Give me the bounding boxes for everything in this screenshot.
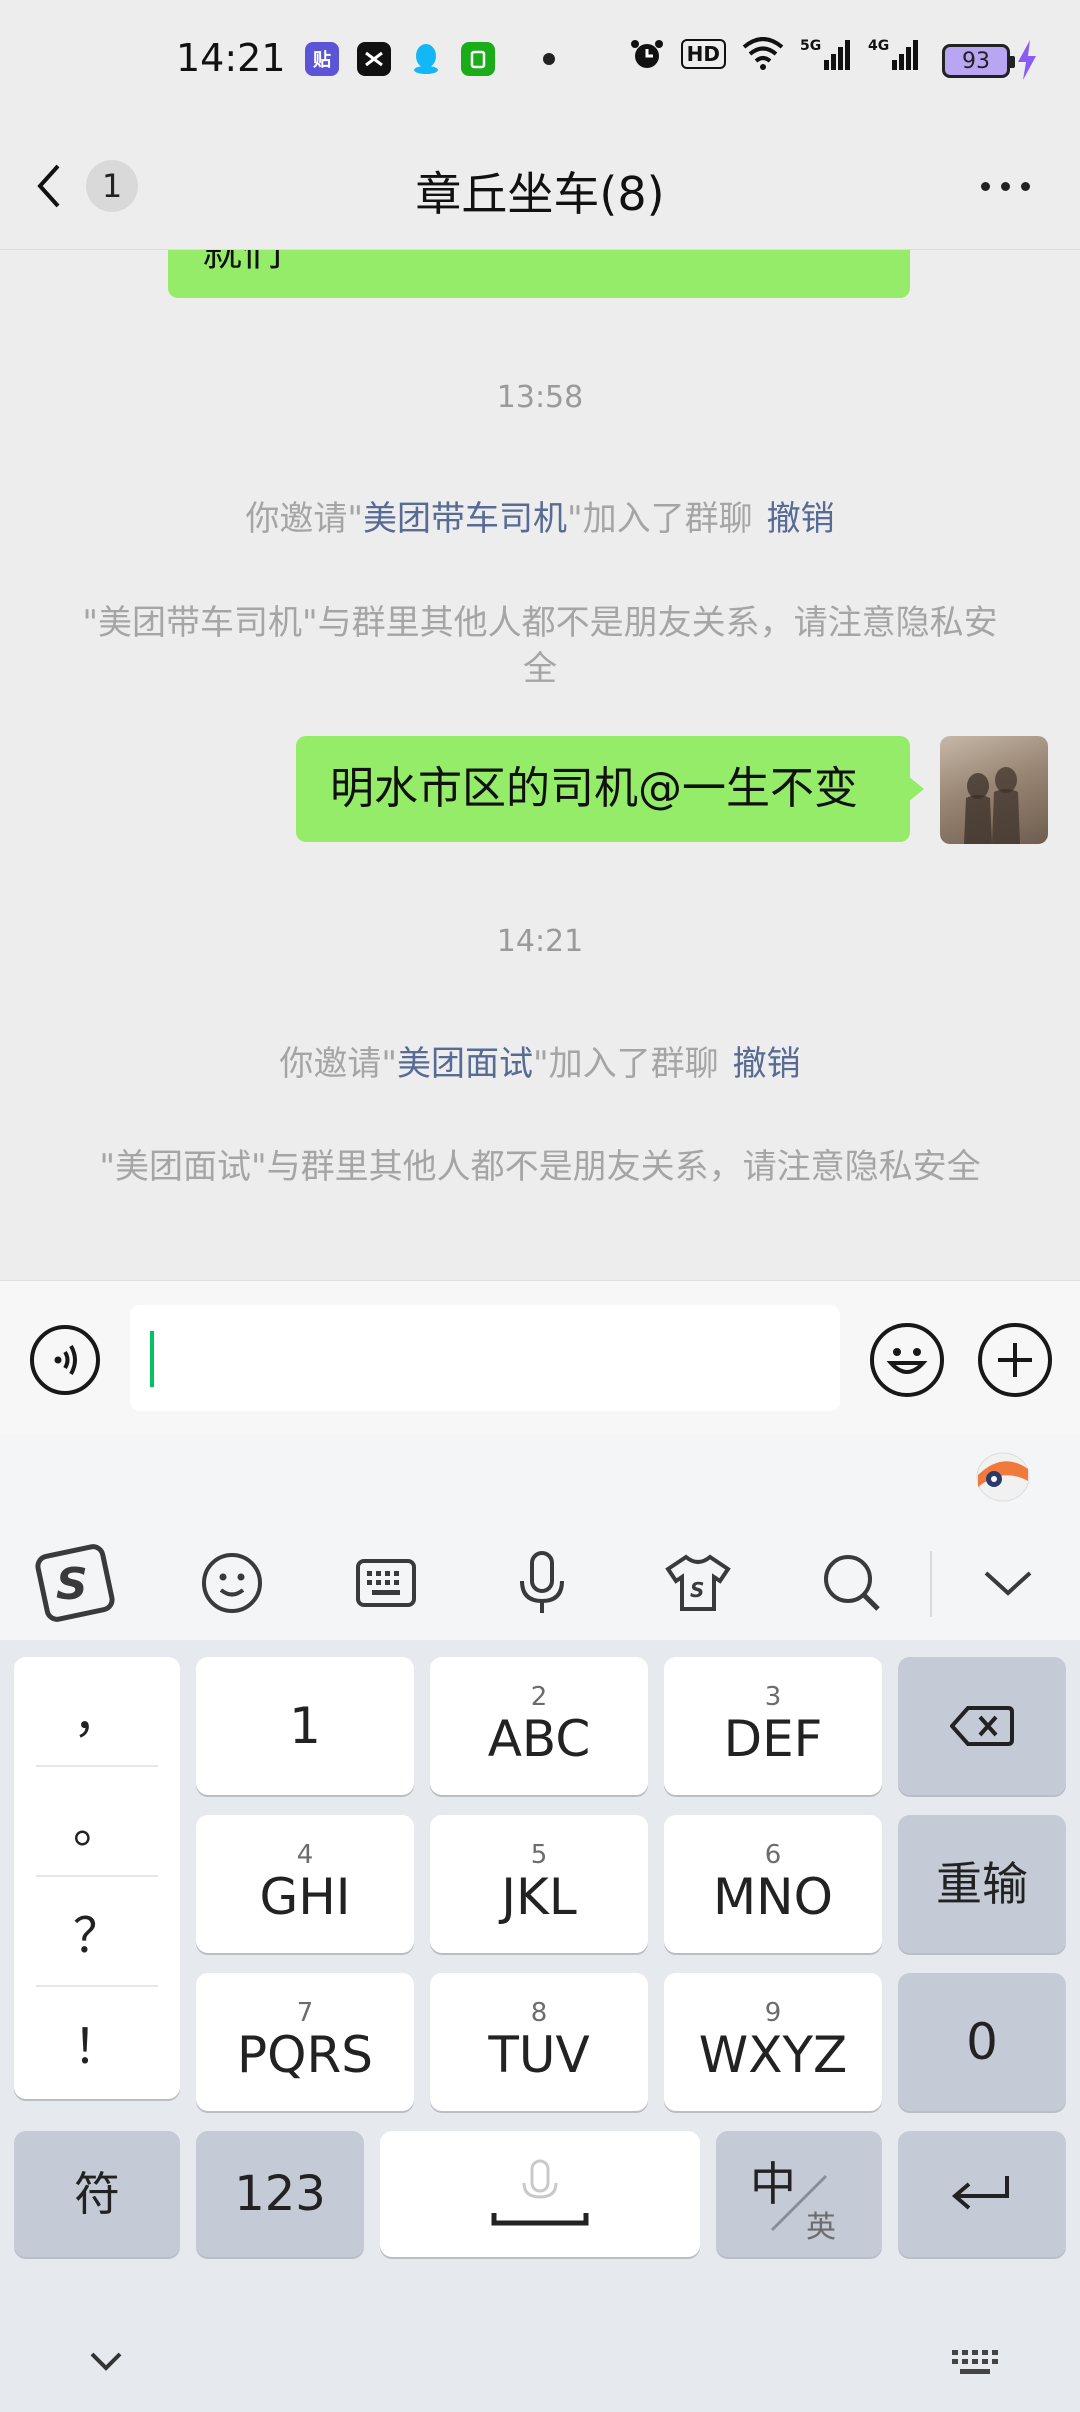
battery-indicator: 93 bbox=[942, 44, 1015, 78]
key-tuv[interactable]: 8 TUV bbox=[430, 1973, 648, 2111]
message-list[interactable]: 就们 13:58 你邀请"美团带车司机"加入了群聊 撤销 "美团带车司机"与群里其… bbox=[0, 250, 1080, 1280]
battery-level: 93 bbox=[962, 48, 990, 74]
soft-keyboard: S S ， 。 ？ ！ 1 2 ABC 3 DEF 4 GHI 5 JKL 6 … bbox=[0, 1435, 1080, 2412]
punctuation-column[interactable]: ， 。 ？ ！ bbox=[14, 1657, 180, 2099]
qq-icon bbox=[409, 42, 443, 76]
key-wxyz[interactable]: 9 WXYZ bbox=[664, 1973, 882, 2111]
svg-text:5G: 5G bbox=[800, 38, 821, 54]
retype-key[interactable]: 重输 bbox=[898, 1815, 1066, 1953]
sogou-logo-icon[interactable]: S bbox=[28, 1535, 124, 1631]
punct-period-key[interactable]: 。 bbox=[36, 1767, 158, 1877]
tieba-icon: 贴 bbox=[305, 42, 339, 76]
status-time: 14:21 bbox=[176, 36, 286, 80]
space-mic-icon bbox=[491, 2159, 589, 2226]
more-dot-icon bbox=[981, 182, 990, 191]
backspace-key[interactable] bbox=[898, 1657, 1066, 1795]
keyboard-toolbar: S S bbox=[0, 1535, 1080, 1631]
key-def[interactable]: 3 DEF bbox=[664, 1657, 882, 1795]
4g-signal-icon: 4G bbox=[868, 36, 920, 72]
capcut-icon bbox=[357, 42, 391, 76]
chat-header: 1 章丘坐车(8) bbox=[0, 124, 1080, 250]
key-0[interactable]: 0 bbox=[898, 1973, 1066, 2111]
my-message-bubble[interactable]: 明水市区的司机@一生不变 bbox=[296, 736, 924, 842]
smiley-icon bbox=[886, 1348, 928, 1374]
svg-text:4G: 4G bbox=[868, 38, 889, 54]
my-avatar[interactable] bbox=[940, 736, 1048, 844]
symbols-key[interactable]: 符 bbox=[14, 2131, 180, 2257]
timestamp: 14:21 bbox=[496, 924, 584, 959]
chat-input-bar bbox=[0, 1280, 1080, 1435]
invited-user-link[interactable]: 美团带车司机 bbox=[363, 499, 567, 539]
enter-key[interactable] bbox=[898, 2131, 1066, 2257]
lang-sub-label: 英 bbox=[806, 2210, 836, 2245]
voice-input-button[interactable] bbox=[30, 1325, 100, 1395]
key-pqrs[interactable]: 7 PQRS bbox=[196, 1973, 414, 2111]
backspace-icon bbox=[950, 1706, 1014, 1746]
key-jkl[interactable]: 5 JKL bbox=[430, 1815, 648, 1953]
microphone-icon[interactable] bbox=[494, 1535, 590, 1631]
toolbar-divider bbox=[930, 1551, 932, 1617]
emoji-button[interactable] bbox=[870, 1323, 944, 1397]
hd-icon: HD bbox=[680, 39, 726, 69]
system-message-invite: 你邀请"美团带车司机"加入了群聊 撤销 bbox=[245, 499, 835, 539]
invited-user-link[interactable]: 美团面试 bbox=[397, 1044, 533, 1084]
collapse-icon[interactable] bbox=[960, 1535, 1056, 1631]
notification-icons: 贴 bbox=[305, 42, 555, 76]
punct-exclamation-key[interactable]: ！ bbox=[36, 1987, 158, 2097]
numbers-key[interactable]: 123 bbox=[196, 2131, 364, 2257]
search-icon[interactable] bbox=[804, 1535, 900, 1631]
chat-title: 章丘坐车(8) bbox=[415, 167, 665, 221]
message-input[interactable] bbox=[130, 1305, 840, 1411]
system-message-warning: "美团带车司机"与群里其他人都不是朋友关系，请注意隐私安全 bbox=[82, 603, 998, 689]
text-caret bbox=[150, 1331, 154, 1387]
more-notifications-dot bbox=[543, 53, 555, 65]
system-icons: HD 5G 4G bbox=[629, 36, 920, 72]
timestamp: 13:58 bbox=[496, 380, 584, 415]
punct-question-key[interactable]: ？ bbox=[36, 1877, 158, 1987]
status-bar: 14:21 贴 HD 5G 4G 93 bbox=[0, 0, 1080, 124]
key-mno[interactable]: 6 MNO bbox=[664, 1815, 882, 1953]
plus-icon bbox=[998, 1343, 1032, 1377]
space-key[interactable] bbox=[380, 2131, 700, 2257]
language-switch-key[interactable]: 中 英 bbox=[716, 2131, 882, 2257]
key-1[interactable]: 1 bbox=[196, 1657, 414, 1795]
skin-icon[interactable]: S bbox=[650, 1535, 746, 1631]
emoji-icon[interactable] bbox=[184, 1535, 280, 1631]
alarm-icon bbox=[629, 36, 665, 72]
ime-mascot-icon[interactable] bbox=[974, 1447, 1032, 1503]
5g-signal-icon: 5G bbox=[800, 36, 852, 72]
voice-wave-icon bbox=[54, 1345, 77, 1375]
svg-text:S: S bbox=[56, 1559, 88, 1610]
keyboard-icon[interactable] bbox=[338, 1535, 434, 1631]
wechat-mini-icon bbox=[461, 42, 495, 76]
more-functions-button[interactable] bbox=[978, 1323, 1052, 1397]
keyboard-bottom-bar bbox=[0, 2320, 1080, 2412]
hide-keyboard-icon[interactable] bbox=[88, 2350, 124, 2374]
key-ghi[interactable]: 4 GHI bbox=[196, 1815, 414, 1953]
revoke-link[interactable]: 撤销 bbox=[767, 499, 835, 539]
charging-icon bbox=[1018, 40, 1036, 80]
key-abc[interactable]: 2 ABC bbox=[430, 1657, 648, 1795]
enter-icon bbox=[951, 2176, 1009, 2210]
system-message-invite: 你邀请"美团面试"加入了群聊 撤销 bbox=[279, 1044, 801, 1084]
keyboard-toolbar-area: S S bbox=[0, 1435, 1080, 1640]
keyboard-switch-icon[interactable] bbox=[950, 2348, 1002, 2378]
svg-text:S: S bbox=[690, 1578, 704, 1602]
punct-comma-key[interactable]: ， bbox=[36, 1657, 158, 1767]
revoke-link[interactable]: 撤销 bbox=[733, 1044, 801, 1084]
system-message-warning: "美团面试"与群里其他人都不是朋友关系，请注意隐私安全 bbox=[99, 1147, 981, 1187]
message-bubble-partial[interactable]: 就们 bbox=[168, 250, 910, 298]
more-options-button[interactable] bbox=[981, 182, 1030, 191]
wifi-icon bbox=[742, 37, 784, 71]
